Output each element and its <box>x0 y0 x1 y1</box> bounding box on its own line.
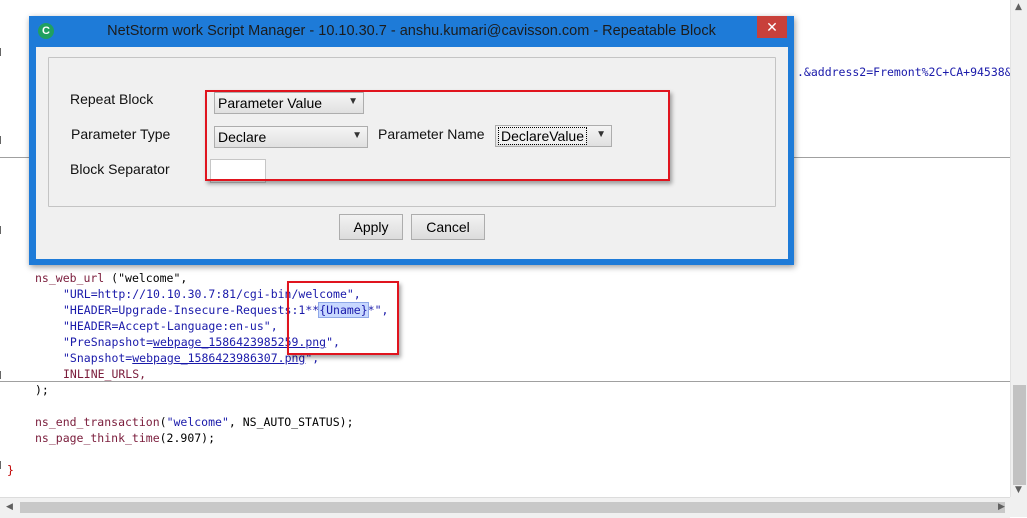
gutter-marker <box>0 226 5 234</box>
code-line-close-paren: ); <box>35 383 49 397</box>
repeat-block-label: Repeat Block <box>70 91 154 107</box>
gutter-marker <box>0 136 5 144</box>
parameter-type-label: Parameter Type <box>71 126 171 142</box>
code-line-end-transaction: ns_end_transaction("welcome", NS_AUTO_ST… <box>35 415 354 429</box>
gutter-marker <box>0 371 5 379</box>
code-line-snapshot: "Snapshot=webpage_1586423986307.png", <box>63 351 320 365</box>
code-line-think-time: ns_page_think_time(2.907); <box>35 431 216 445</box>
code-line-header2: "HEADER=Accept-Language:en-us", <box>63 319 278 333</box>
annotation-highlight-uname <box>287 281 399 355</box>
horizontal-scrollbar[interactable]: ◀ ▶ <box>0 497 1010 518</box>
arrow-right-icon[interactable]: ▶ <box>998 502 1005 512</box>
code-line-web-url: ns_web_url ("welcome", <box>35 271 188 285</box>
code-line-close-brace: } <box>7 463 14 477</box>
gutter-marker <box>0 461 5 469</box>
block-separator-label: Block Separator <box>70 161 170 177</box>
dialog-title: NetStorm work Script Manager - 10.10.30.… <box>107 23 716 39</box>
separator-line <box>0 381 1010 382</box>
vertical-scroll-thumb[interactable] <box>1013 385 1026 485</box>
scrollbar-corner <box>1010 497 1027 517</box>
arrow-left-icon[interactable]: ◀ <box>6 502 13 512</box>
dialog-titlebar[interactable]: NetStorm work Script Manager - 10.10.30.… <box>29 16 794 46</box>
snapshot-link[interactable]: webpage_1586423986307.png <box>132 351 305 365</box>
annotation-highlight-fields <box>205 90 670 181</box>
partial-code-line: .&address2=Fremont%2C+CA+94538&p <box>797 64 1010 80</box>
close-button[interactable]: ✕ <box>757 16 787 38</box>
app-logo-icon: C <box>38 23 54 39</box>
arrow-down-icon[interactable]: ▼ <box>1015 485 1022 495</box>
partial-url-text: .&address2=Fremont%2C+CA+94538&p <box>797 65 1010 79</box>
horizontal-scroll-thumb[interactable] <box>20 502 1005 513</box>
code-line-inline: INLINE_URLS, <box>63 367 147 381</box>
arrow-up-icon[interactable]: ▲ <box>1015 2 1022 12</box>
vertical-scrollbar[interactable]: ▲ ▼ <box>1010 0 1027 497</box>
cancel-button[interactable]: Cancel <box>411 214 485 240</box>
gutter-marker <box>0 48 5 56</box>
apply-button[interactable]: Apply <box>339 214 403 240</box>
